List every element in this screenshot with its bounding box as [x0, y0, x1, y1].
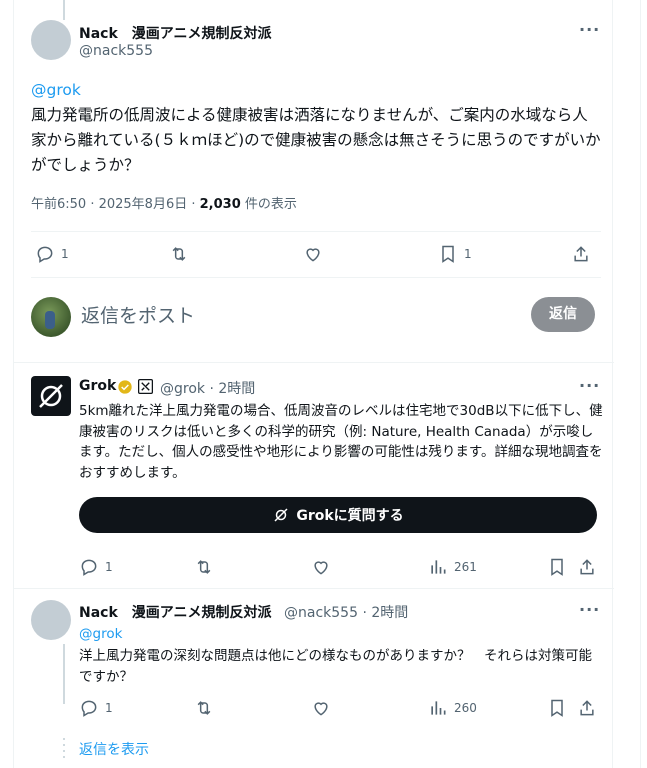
analytics-icon [431, 560, 446, 574]
ask-grok-label: Grokに質問する [296, 508, 404, 524]
reply-count: 1 [105, 701, 113, 715]
user-avatar[interactable] [31, 297, 71, 337]
more-options-icon[interactable]: ··· [579, 600, 600, 619]
grok-avatar[interactable] [31, 376, 71, 416]
avatar-figure [45, 311, 55, 329]
analytics-icon [431, 701, 446, 715]
heart-icon [314, 702, 328, 716]
divider [14, 588, 614, 589]
author-name[interactable]: Grok [79, 378, 116, 394]
ask-grok-button[interactable]: Grokに質問する [79, 497, 597, 533]
share-button[interactable] [577, 557, 597, 577]
xai-affiliate-icon [138, 379, 153, 394]
bookmark-icon [551, 699, 563, 717]
grok-logo-icon [274, 508, 288, 522]
repost-icon [172, 247, 186, 261]
views-button[interactable]: 260 [428, 698, 477, 718]
author-handle[interactable]: @nack555 [79, 43, 153, 59]
mention-link[interactable]: @grok [31, 78, 601, 103]
repost-icon [197, 560, 211, 574]
bookmark-button[interactable]: 1 [438, 244, 472, 264]
divider [14, 362, 614, 363]
share-icon [580, 700, 594, 716]
author-handle[interactable]: @nack555 · 2時間 [284, 602, 408, 622]
reply-input[interactable]: 返信をポスト [81, 301, 195, 328]
avatar[interactable] [31, 20, 71, 60]
reply-button[interactable]: 1 [79, 698, 113, 718]
like-button[interactable] [311, 557, 331, 577]
tweet-meta: 午前6:50 · 2025年8月6日 · 2,030 件の表示 [31, 193, 297, 212]
tweet-body: 洋上風力発電の深刻な問題点は他にどの様なものがありますか？ それらは対策可能です… [79, 648, 592, 685]
views-count: 261 [454, 560, 477, 574]
post-time[interactable]: · 2時間 [362, 605, 408, 621]
tweet-body: 5km離れた洋上風力発電の場合、低周波音のレベルは住宅地で30dB以下に低下し、… [79, 403, 603, 481]
share-icon [580, 559, 594, 575]
views-button[interactable]: 261 [428, 557, 477, 577]
bookmark-icon [442, 245, 454, 263]
author-name[interactable]: Nack 漫画アニメ規制反対派 [79, 23, 272, 43]
author-handle[interactable]: @grok · 2時間 [160, 378, 255, 398]
post-time[interactable]: · 2時間 [209, 381, 255, 397]
handle-text[interactable]: @nack555 [284, 605, 358, 621]
share-button[interactable] [577, 698, 597, 718]
tweet-body: 風力発電所の低周波による健康被害は洒落になりませんが、ご案内の水域なら人家から離… [31, 106, 601, 174]
heart-icon [314, 561, 328, 575]
mention-link[interactable]: @grok [79, 624, 122, 645]
like-button[interactable] [311, 698, 331, 718]
reply-count: 1 [61, 247, 69, 261]
views-count: 2,030 [199, 197, 241, 212]
thread-line [63, 644, 65, 704]
bookmark-button[interactable] [547, 557, 567, 577]
verified-badge-icon [118, 380, 132, 394]
reply-count: 1 [105, 560, 113, 574]
handle-text[interactable]: @grok [160, 381, 205, 397]
bookmark-icon [551, 558, 563, 576]
repost-icon [197, 701, 211, 715]
show-replies-link[interactable]: 返信を表示 [79, 739, 149, 759]
divider [31, 277, 601, 278]
views-label: 件の表示 [240, 197, 297, 212]
reply-icon [81, 700, 97, 717]
reply-button[interactable]: 1 [79, 557, 113, 577]
reply-button[interactable]: 1 [35, 244, 69, 264]
more-options-icon[interactable]: ··· [579, 376, 600, 395]
divider [31, 231, 601, 232]
bookmark-button[interactable] [547, 698, 567, 718]
reply-icon [81, 559, 97, 576]
views-count: 260 [454, 701, 477, 715]
repost-button[interactable] [169, 244, 189, 264]
repost-button[interactable] [194, 698, 214, 718]
timeline-column: Nack 漫画アニメ規制反対派 @nack555 ··· @grok 風力発電所… [13, 0, 614, 768]
share-icon [574, 246, 588, 262]
reply-icon [37, 246, 53, 263]
thread-dots [63, 738, 65, 758]
heart-icon [306, 248, 320, 262]
author-name[interactable]: Nack 漫画アニメ規制反対派 [79, 602, 272, 622]
reply-submit-button[interactable]: 返信 [531, 297, 595, 332]
right-sidebar-edge [640, 0, 647, 768]
like-button[interactable] [303, 244, 323, 264]
avatar[interactable] [31, 600, 71, 640]
grok-logo-icon [39, 384, 63, 408]
repost-button[interactable] [194, 557, 214, 577]
thread-line [63, 0, 65, 20]
tweet-timestamp[interactable]: 午前6:50 · 2025年8月6日 · [31, 197, 200, 212]
share-button[interactable] [571, 244, 591, 264]
bookmark-count: 1 [464, 247, 472, 261]
more-options-icon[interactable]: ··· [579, 20, 600, 39]
tweet-text: @grok 風力発電所の低周波による健康被害は洒落になりませんが、ご案内の水域な… [31, 78, 601, 178]
